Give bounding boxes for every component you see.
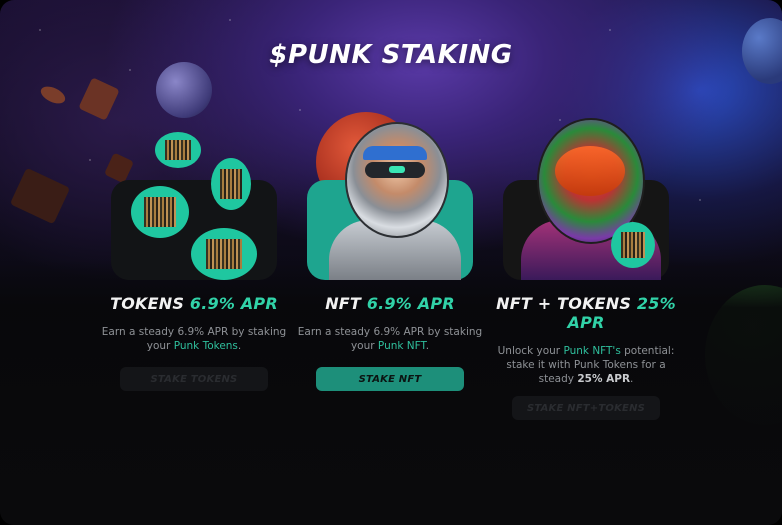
stake-tokens-button[interactable]: STAKE TOKENS — [120, 367, 268, 391]
card-title-main: NFT — [325, 294, 362, 313]
card-title: TOKENS 6.9% APR — [96, 294, 292, 313]
desc-bold-apr: 25% APR — [577, 373, 631, 385]
card-title-main: TOKENS — [110, 294, 185, 313]
card-description: Earn a steady 6.9% APR by staking your P… — [99, 325, 289, 353]
card-description: Unlock your Punk NFT's potential: stake … — [491, 344, 681, 386]
card-title-apr: 6.9% APR — [366, 294, 455, 313]
stake-nft-button[interactable]: STAKE NFT — [316, 367, 464, 391]
card-title-main: NFT + TOKENS — [496, 294, 632, 313]
card-title: NFT + TOKENS 25% APR — [488, 294, 684, 332]
punk-token-coin — [611, 222, 655, 268]
staking-card-nft: NFT 6.9% APR Earn a steady 6.9% APR by s… — [292, 122, 488, 391]
punk-token-coin — [191, 228, 257, 280]
nft-artwork — [307, 122, 473, 280]
stake-nft-tokens-button[interactable]: STAKE NFT+TOKENS — [512, 396, 660, 420]
punk-token-coin — [211, 158, 251, 210]
card-description: Earn a steady 6.9% APR by staking your P… — [295, 325, 485, 353]
vr-visor-icon — [365, 162, 425, 178]
punk-token-coin — [155, 132, 201, 168]
desc-text: . — [425, 340, 430, 352]
goggles-visor-icon — [555, 146, 625, 196]
punk-tokens-link[interactable]: Punk Tokens — [174, 340, 238, 352]
staking-card-nft-tokens: NFT + TOKENS 25% APR Unlock your Punk NF… — [488, 118, 684, 420]
astronaut-helmet — [345, 122, 449, 238]
card-title-apr: 6.9% APR — [189, 294, 278, 313]
staking-card-tokens: TOKENS 6.9% APR Earn a steady 6.9% APR b… — [96, 124, 292, 391]
tokens-artwork — [111, 132, 277, 280]
punk-nft-link[interactable]: Punk NFT — [378, 340, 426, 352]
page-title: $PUNK STAKING — [269, 40, 513, 70]
desc-text: Unlock your — [497, 345, 564, 357]
purple-planet — [156, 62, 212, 118]
desc-text: . — [630, 373, 634, 385]
staking-page: $PUNK STAKING TOKENS 6.9% APR Earn a ste… — [0, 0, 782, 525]
punk-token-coin — [131, 186, 189, 238]
card-title: NFT 6.9% APR — [292, 294, 488, 313]
nft-tokens-artwork — [503, 118, 669, 280]
astronaut-cap — [363, 146, 427, 160]
desc-text: . — [237, 340, 242, 352]
punk-nfts-link[interactable]: Punk NFT's — [563, 345, 620, 357]
